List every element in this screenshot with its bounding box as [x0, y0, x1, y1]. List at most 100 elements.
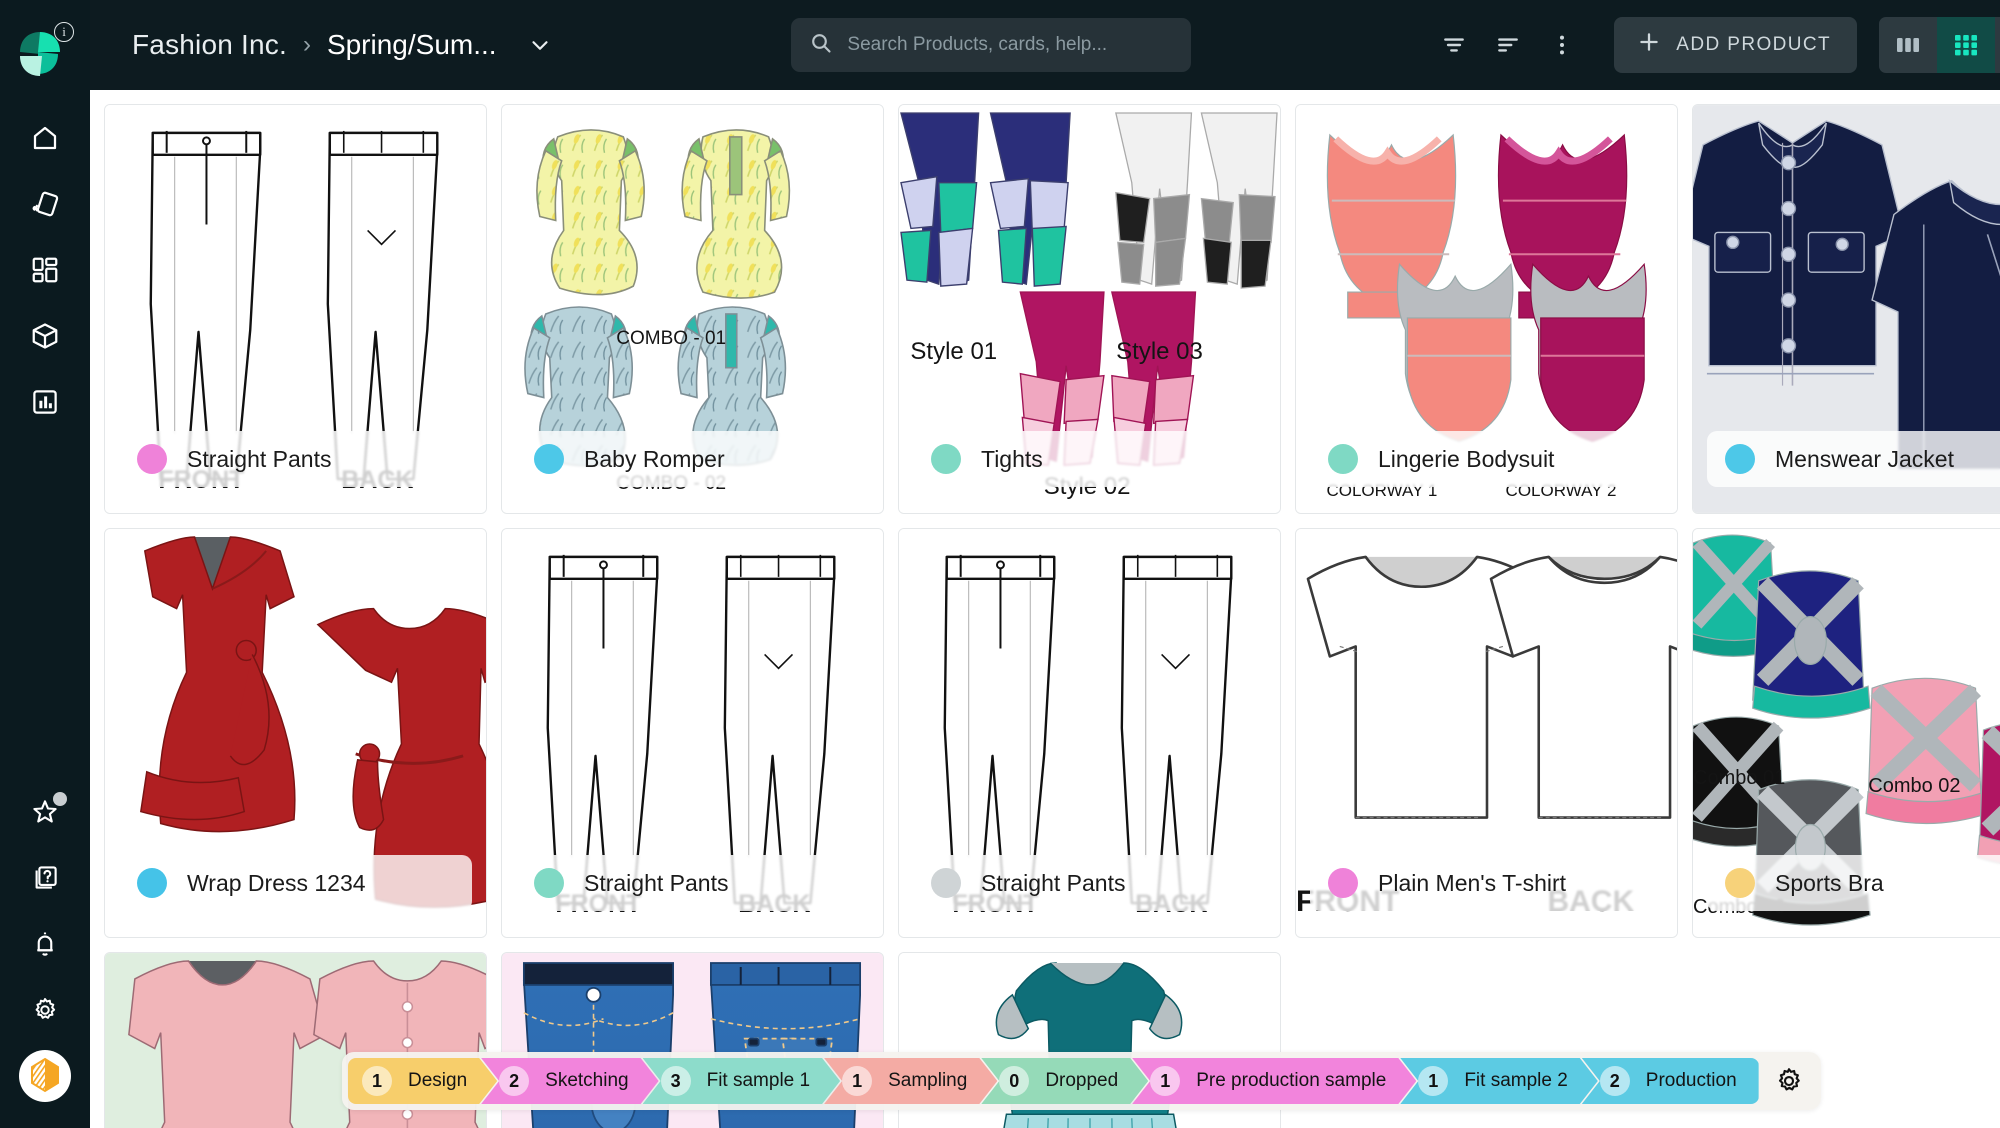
status-dot[interactable]: [534, 868, 564, 898]
workflow-step-label: Production: [1646, 1070, 1737, 1092]
product-title: Menswear Jacket: [1775, 446, 1954, 473]
artwork-caption: Combo 01: [1693, 767, 1785, 790]
artwork-caption: COMBO - 01: [616, 328, 726, 350]
status-dot[interactable]: [534, 444, 564, 474]
workflow-step[interactable]: 1Pre production sample: [1132, 1058, 1416, 1104]
product-grid-area: FRONTBACKStraight Pants COMBO - 01COMBO …: [90, 90, 2000, 1128]
product-label-bar[interactable]: Straight Pants: [913, 855, 1266, 911]
sort-icon[interactable]: [1484, 21, 1532, 69]
sidebar-item-products[interactable]: [11, 310, 79, 362]
workflow-step-label: Pre production sample: [1196, 1070, 1386, 1092]
product-title: Straight Pants: [187, 446, 331, 473]
product-title: Plain Men's T-shirt: [1378, 870, 1566, 897]
product-card[interactable]: FRONTBACKStraight Pants: [104, 104, 487, 514]
sidebar-item-settings[interactable]: [11, 984, 79, 1036]
product-label-bar[interactable]: Menswear Jacket: [1707, 431, 2000, 487]
list-view-button[interactable]: [1995, 17, 2000, 73]
search-input[interactable]: [847, 34, 1173, 56]
breadcrumb: Fashion Inc. › Spring/Sum...: [132, 29, 553, 61]
product-card[interactable]: FRONTBACKStraight Pants: [501, 528, 884, 938]
artwork-caption: Style 01: [910, 338, 997, 366]
product-title: Lingerie Bodysuit: [1378, 446, 1554, 473]
product-label-bar[interactable]: Straight Pants: [516, 855, 869, 911]
workflow-step-label: Dropped: [1045, 1070, 1118, 1092]
status-dot[interactable]: [1725, 868, 1755, 898]
logo-wrapper: i: [8, 14, 82, 88]
user-avatar[interactable]: [19, 1050, 71, 1102]
workflow-step-count: 1: [362, 1066, 392, 1096]
status-dot[interactable]: [931, 868, 961, 898]
add-product-button[interactable]: ADD PRODUCT: [1614, 17, 1857, 73]
workflow-step[interactable]: 1 Design: [348, 1058, 497, 1104]
search-box[interactable]: [791, 18, 1191, 72]
product-grid: FRONTBACKStraight Pants COMBO - 01COMBO …: [104, 104, 2000, 1128]
product-title: Tights: [981, 446, 1043, 473]
sidebar-primary-nav: [11, 112, 79, 442]
status-dot[interactable]: [1725, 444, 1755, 474]
sidebar-item-help[interactable]: [11, 852, 79, 904]
main-area: Fashion Inc. › Spring/Sum...: [90, 0, 2000, 1128]
product-label-bar[interactable]: Straight Pants: [119, 431, 472, 487]
topbar-tools: ADD PRODUCT: [1430, 17, 2000, 73]
chevron-down-icon[interactable]: [527, 32, 553, 58]
view-toggle-group: [1879, 17, 2000, 73]
sidebar-item-materials[interactable]: [11, 178, 79, 230]
workflow-step[interactable]: 1Sampling: [824, 1058, 997, 1104]
workflow-step-label: Sampling: [888, 1070, 967, 1092]
workflow-step[interactable]: 3Fit sample 1: [643, 1058, 840, 1104]
more-options-icon[interactable]: [1538, 21, 1586, 69]
product-title: Straight Pants: [981, 870, 1125, 897]
sidebar-item-home[interactable]: [11, 112, 79, 164]
workflow-step[interactable]: 0 Dropped: [981, 1058, 1148, 1104]
product-card[interactable]: COMBO - 01COMBO - 02Baby Romper: [501, 104, 884, 514]
workflow-step-label: Design: [408, 1070, 467, 1092]
workflow-step-count: 2: [1600, 1066, 1630, 1096]
product-card[interactable]: Combo 01Combo 02Combo 03Sports Bra: [1692, 528, 2000, 938]
product-label-bar[interactable]: Plain Men's T-shirt: [1310, 855, 1663, 911]
product-card[interactable]: FRONTBACKPlain Men's T-shirt: [1295, 528, 1678, 938]
product-title: Sports Bra: [1775, 870, 1884, 897]
breadcrumb-current-collection[interactable]: Spring/Sum...: [327, 29, 497, 61]
product-label-bar[interactable]: Baby Romper: [516, 431, 869, 487]
search-container: [553, 18, 1431, 72]
workflow-step[interactable]: 2Sketching: [481, 1058, 658, 1104]
product-card[interactable]: Menswear Jacket: [1692, 104, 2000, 514]
product-label-bar[interactable]: Tights: [913, 431, 1266, 487]
status-dot[interactable]: [137, 444, 167, 474]
product-card[interactable]: Wrap Dress 1234: [104, 528, 487, 938]
sidebar-item-reports[interactable]: [11, 376, 79, 428]
product-title: Wrap Dress 1234: [187, 870, 366, 897]
workflow-settings-gear-icon[interactable]: [1765, 1066, 1813, 1096]
favorites-badge-dot: [53, 792, 67, 806]
product-label-bar[interactable]: Wrap Dress 1234: [119, 855, 472, 911]
product-card[interactable]: Style 01Style 03Style 02Tights: [898, 104, 1281, 514]
board-view-button[interactable]: [1879, 17, 1937, 73]
sidebar-item-boards[interactable]: [11, 244, 79, 296]
product-card[interactable]: COLORWAY 1COLORWAY 2Lingerie Bodysuit: [1295, 104, 1678, 514]
product-title: Straight Pants: [584, 870, 728, 897]
info-icon[interactable]: i: [54, 22, 74, 42]
breadcrumb-org[interactable]: Fashion Inc.: [132, 29, 287, 61]
sidebar-item-favorites[interactable]: [11, 786, 79, 838]
workflow-step[interactable]: 2 Production: [1582, 1058, 1759, 1104]
artwork-caption: Style 03: [1116, 338, 1203, 366]
workflow-status-bar: 1 Design 2Sketching3Fit sample 11Sampling0…: [342, 1052, 1821, 1110]
filter-icon[interactable]: [1430, 21, 1478, 69]
artwork-caption: Combo 02: [1868, 775, 1960, 798]
plus-icon: [1636, 29, 1662, 61]
workflow-step[interactable]: 1Fit sample 2: [1400, 1058, 1597, 1104]
left-sidebar: i: [0, 0, 90, 1128]
product-card[interactable]: FRONTBACKStraight Pants: [898, 528, 1281, 938]
status-dot[interactable]: [137, 868, 167, 898]
app-root: i: [0, 0, 2000, 1128]
workflow-step-count: 3: [661, 1066, 691, 1096]
sidebar-item-notifications[interactable]: [11, 918, 79, 970]
status-dot[interactable]: [1328, 444, 1358, 474]
product-label-bar[interactable]: Lingerie Bodysuit: [1310, 431, 1663, 487]
product-label-bar[interactable]: Sports Bra: [1707, 855, 2000, 911]
status-dot[interactable]: [931, 444, 961, 474]
top-bar: Fashion Inc. › Spring/Sum...: [90, 0, 2000, 90]
grid-view-button[interactable]: [1937, 17, 1995, 73]
workflow-step-count: 0: [999, 1066, 1029, 1096]
status-dot[interactable]: [1328, 868, 1358, 898]
